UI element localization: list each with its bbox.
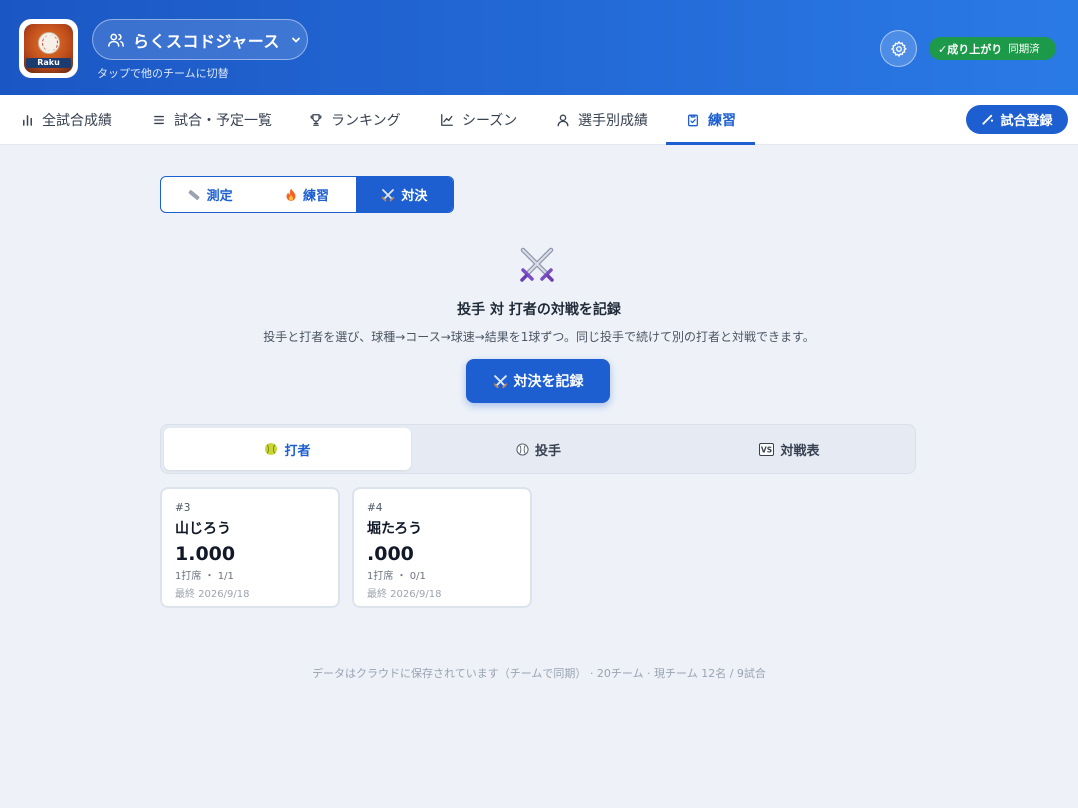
line-chart-icon bbox=[440, 113, 454, 127]
register-label: 試合登録 bbox=[1000, 114, 1053, 129]
crossed-swords-icon bbox=[520, 247, 554, 282]
segment-duel[interactable]: 対決 bbox=[355, 177, 453, 212]
baseball-icon bbox=[516, 442, 529, 456]
tab-label: 対戦表 bbox=[780, 443, 820, 459]
nav-item-ranking[interactable]: ランキング bbox=[309, 95, 401, 145]
tab-pitchers[interactable]: 投手 bbox=[415, 428, 662, 470]
logo-text: Raku bbox=[26, 58, 71, 68]
bat-icon bbox=[982, 114, 994, 125]
nav-label: シーズン bbox=[462, 113, 518, 129]
tab-matchup-table[interactable]: VS 対戦表 bbox=[666, 428, 913, 470]
player-last-date: 最終 2026/9/18 bbox=[175, 589, 250, 600]
nav-item-player-stats[interactable]: 選手別成績 bbox=[556, 95, 648, 145]
practice-mode-switch: 測定 練習 対決 bbox=[160, 176, 454, 213]
nav-item-practice[interactable]: 練習 bbox=[686, 95, 736, 145]
segment-practice[interactable]: 練習 bbox=[258, 177, 355, 212]
active-tab-indicator bbox=[666, 142, 755, 145]
batting-average: 1.000 bbox=[175, 543, 236, 565]
list-icon bbox=[152, 113, 166, 127]
segment-label: 対決 bbox=[401, 189, 428, 204]
nav-label: 全試合成績 bbox=[42, 113, 112, 129]
player-at-bats: 1打席 ・ 0/1 bbox=[367, 571, 426, 582]
settings-button[interactable] bbox=[880, 30, 917, 67]
duel-title: 投手 対 打者の対戦を記録 bbox=[457, 302, 621, 318]
sync-status: ✓成り上がり bbox=[938, 42, 1003, 56]
nav-label: 試合・予定一覧 bbox=[174, 113, 272, 129]
app-logo[interactable]: Raku bbox=[19, 19, 78, 78]
app-header: Raku らくスコドジャース タップで他のチームに切替 ✓成り上がり 同期済 bbox=[0, 0, 1078, 95]
footer-status: データはクラウドに保存されています（チームで同期） · 20チーム · 現チーム… bbox=[312, 667, 766, 680]
nav-label: 練習 bbox=[708, 113, 736, 129]
ruler-icon bbox=[188, 189, 200, 200]
player-at-bats: 1打席 ・ 1/1 bbox=[175, 571, 234, 582]
team-switcher-button[interactable]: らくスコドジャース bbox=[92, 19, 308, 60]
tab-batters[interactable]: 打者 bbox=[164, 428, 411, 470]
team-name: らくスコドジャース bbox=[133, 31, 280, 51]
nav-item-season[interactable]: シーズン bbox=[440, 95, 517, 145]
team-switch-hint: タップで他のチームに切替 bbox=[97, 67, 229, 80]
player-number: #3 bbox=[175, 502, 191, 514]
baseball-glove-icon: Raku bbox=[24, 24, 73, 73]
record-duel-button[interactable]: 対決を記録 bbox=[466, 359, 610, 403]
sync-sub: 同期済 bbox=[1008, 43, 1040, 55]
tab-label: 打者 bbox=[284, 443, 311, 459]
player-last-date: 最終 2026/9/18 bbox=[367, 589, 442, 600]
record-duel-label: 対決を記録 bbox=[513, 374, 584, 390]
user-icon bbox=[556, 113, 570, 127]
baseball-icon bbox=[38, 32, 60, 54]
nav-label: ランキング bbox=[331, 113, 401, 129]
segment-label: 練習 bbox=[302, 189, 329, 204]
users-icon bbox=[108, 33, 124, 47]
player-card[interactable]: #3 山じろう 1.000 1打席 ・ 1/1 最終 2026/9/18 bbox=[160, 487, 340, 608]
trophy-icon bbox=[309, 113, 323, 127]
player-name: 山じろう bbox=[175, 521, 231, 537]
crossed-swords-icon bbox=[382, 188, 395, 201]
nav-item-all-games[interactable]: 全試合成績 bbox=[20, 95, 112, 145]
sync-status-badge: ✓成り上がり 同期済 bbox=[929, 37, 1056, 60]
clipboard-icon bbox=[686, 113, 700, 127]
duel-description: 投手と打者を選び、球種→コース→球速→結果を1球ずつ。同じ投手で続けて別の打者と… bbox=[263, 330, 815, 344]
duel-view-tabs: 打者 投手 VS 対戦表 bbox=[160, 424, 916, 474]
segment-label: 測定 bbox=[206, 189, 233, 204]
svg-text:VS: VS bbox=[761, 445, 772, 454]
nav-label: 選手別成績 bbox=[578, 113, 648, 129]
bar-chart-icon bbox=[20, 113, 34, 127]
fire-icon bbox=[286, 188, 296, 201]
crossed-swords-icon bbox=[493, 374, 507, 388]
tab-label: 投手 bbox=[534, 443, 561, 459]
register-game-button[interactable]: 試合登録 bbox=[966, 105, 1068, 134]
player-name: 堀たろう bbox=[367, 521, 423, 537]
chevron-down-icon bbox=[292, 37, 300, 43]
softball-icon bbox=[265, 443, 278, 455]
player-card[interactable]: #4 堀たろう .000 1打席 ・ 0/1 最終 2026/9/18 bbox=[352, 487, 532, 608]
main-nav: 全試合成績 試合・予定一覧 ランキング シーズン 選手別成績 練習 試合登録 bbox=[0, 95, 1078, 145]
player-number: #4 bbox=[367, 502, 383, 514]
segment-measure[interactable]: 測定 bbox=[161, 177, 258, 212]
gear-icon bbox=[890, 40, 907, 57]
vs-icon: VS bbox=[759, 442, 775, 456]
batting-average: .000 bbox=[367, 543, 414, 565]
nav-item-game-list[interactable]: 試合・予定一覧 bbox=[152, 95, 272, 145]
